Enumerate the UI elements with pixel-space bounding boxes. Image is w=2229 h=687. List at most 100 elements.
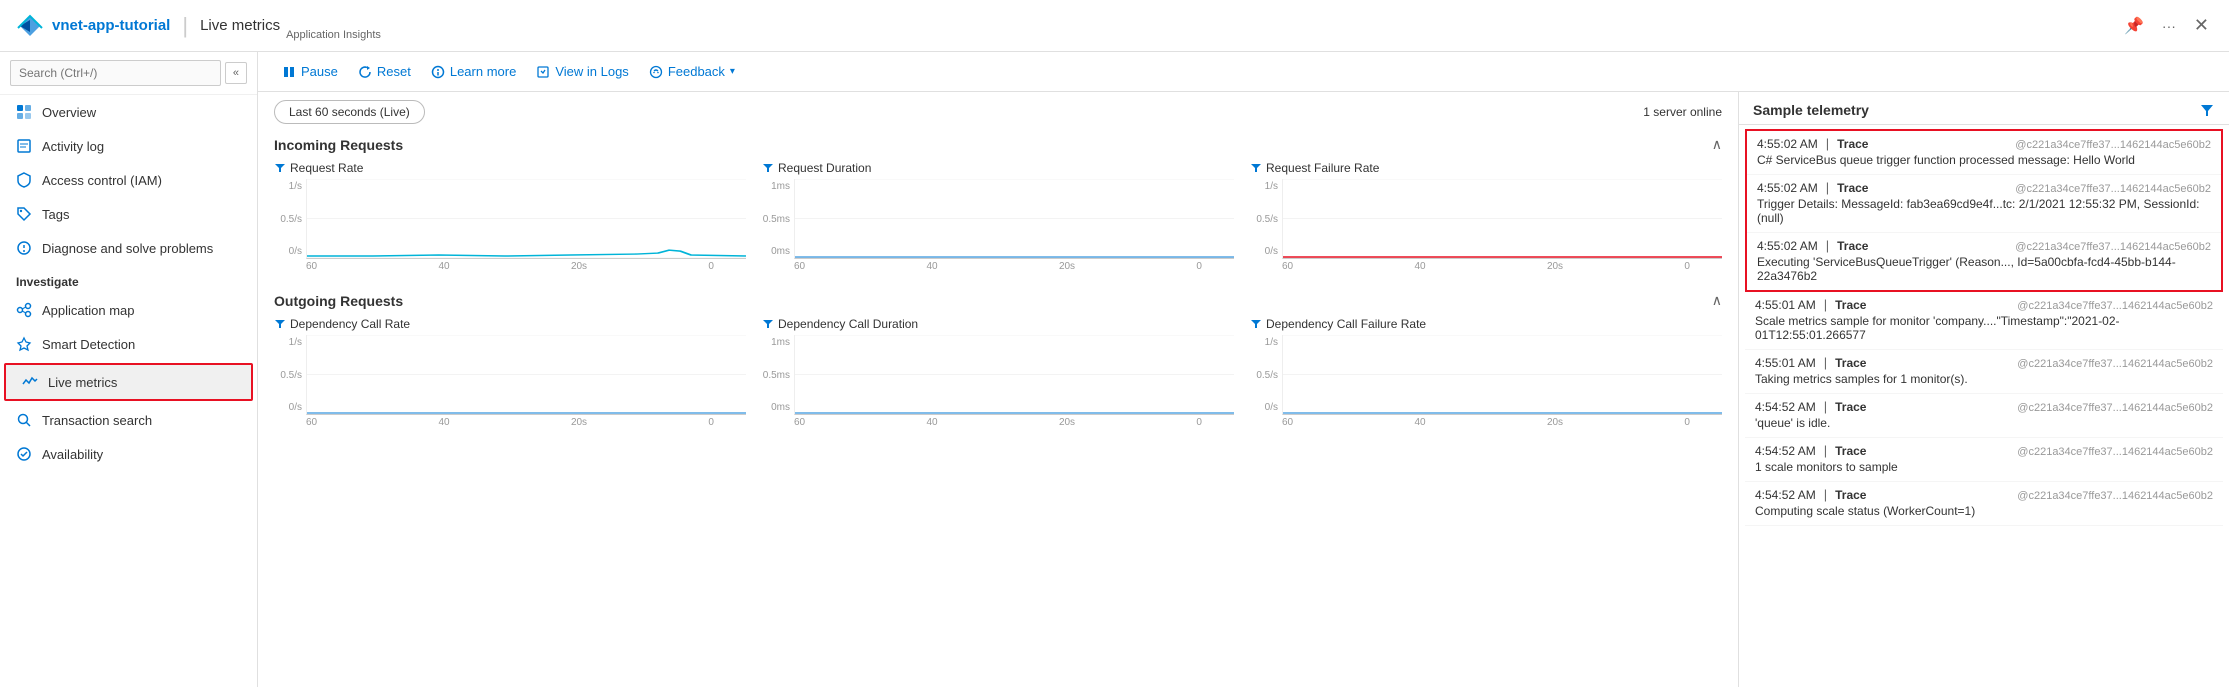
y-axis: 1ms 0.5ms 0ms [762, 179, 790, 259]
x-axis: 60 40 20s 0 [762, 259, 1234, 272]
x-axis: 60 40 20s 0 [274, 259, 746, 272]
chart-filter-icon[interactable] [762, 162, 774, 174]
sidebar-item-smart-detection[interactable]: Smart Detection [0, 327, 257, 361]
view-in-logs-button[interactable]: View in Logs [528, 60, 636, 83]
telemetry-type: Trace [1835, 400, 1866, 414]
y-axis: 1/s 0.5/s 0/s [274, 335, 302, 415]
telemetry-id: @c221a34ce7ffe37...1462144ac5e60b2 [2017, 358, 2213, 370]
outgoing-charts-grid: Dependency Call Rate 1/s 0.5/s 0/s [274, 317, 1722, 428]
y-axis: 1/s 0.5/s 0/s [1250, 335, 1278, 415]
y-axis: 1ms 0.5ms 0ms [762, 335, 790, 415]
incoming-requests-section: Incoming Requests ∧ Request Rate [258, 132, 1738, 280]
telemetry-row: 4:55:02 AM | Trace @c221a34ce7ffe37...14… [1757, 180, 2211, 195]
sidebar-item-overview[interactable]: Overview [0, 95, 257, 129]
telemetry-entry: 4:55:01 AM | Trace @c221a34ce7ffe37...14… [1745, 350, 2223, 394]
tag-icon [16, 206, 32, 222]
x-axis: 604020s0 [274, 415, 746, 428]
outgoing-requests-section: Outgoing Requests ∧ Dependency Call Rate [258, 280, 1738, 436]
chart-body: 1/s 0.5/s 0/s [1250, 335, 1722, 415]
learn-more-button[interactable]: Learn more [423, 60, 524, 83]
learn-more-label: Learn more [450, 64, 516, 79]
chart-filter-icon[interactable] [274, 318, 286, 330]
chart-area [306, 335, 746, 415]
chart-label-text: Request Duration [778, 161, 871, 175]
sidebar-search-row: « [0, 52, 257, 95]
chart-body: 1/s 0.5/s 0/s [1250, 179, 1722, 259]
chart-area [1282, 335, 1722, 415]
sidebar-search-input[interactable] [10, 60, 221, 86]
request-failure-chart: Request Failure Rate 1/s 0.5/s 0/s [1250, 161, 1722, 272]
sidebar-item-diagnose[interactable]: Diagnose and solve problems [0, 231, 257, 265]
telemetry-entry: 4:55:02 AM | Trace @c221a34ce7ffe37...14… [1747, 233, 2221, 290]
telemetry-time: 4:55:02 AM [1757, 239, 1818, 253]
toolbar: Pause Reset Learn more [258, 52, 2229, 92]
telemetry-message: 1 scale monitors to sample [1755, 458, 2213, 476]
availability-icon [16, 446, 32, 462]
telemetry-message: Computing scale status (WorkerCount=1) [1755, 502, 2213, 520]
right-panel: Pause Reset Learn more [258, 52, 2229, 687]
close-button[interactable]: ✕ [2190, 11, 2213, 40]
telemetry-separator: | [1824, 443, 1827, 458]
x-axis: 60 40 20s 0 [1250, 259, 1722, 272]
sidebar-item-application-map[interactable]: Application map [0, 293, 257, 327]
sidebar-item-label: Access control (IAM) [42, 173, 162, 188]
telemetry-type: Trace [1837, 181, 1868, 195]
telemetry-id: @c221a34ce7ffe37...1462144ac5e60b2 [2015, 183, 2211, 195]
chart-label-text: Dependency Call Duration [778, 317, 918, 331]
chart-area [306, 179, 746, 259]
diagnose-icon [16, 240, 32, 256]
telemetry-time: 4:55:02 AM [1757, 181, 1818, 195]
pin-button[interactable]: 📌 [2120, 12, 2148, 40]
metrics-panel: Last 60 seconds (Live) 1 server online I… [258, 92, 1739, 687]
chart-filter-icon[interactable] [762, 318, 774, 330]
dep-call-failure-chart: Dependency Call Failure Rate 1/s 0.5/s 0… [1250, 317, 1722, 428]
telemetry-type: Trace [1837, 137, 1868, 151]
x-axis: 604020s0 [762, 415, 1234, 428]
sidebar-item-tags[interactable]: Tags [0, 197, 257, 231]
telemetry-header: Sample telemetry [1739, 92, 2229, 125]
telemetry-separator: | [1824, 297, 1827, 312]
sidebar-item-label: Overview [42, 105, 96, 120]
outgoing-collapse-button[interactable]: ∧ [1712, 292, 1722, 309]
feedback-button[interactable]: Feedback ▾ [641, 60, 743, 83]
sidebar-item-live-metrics[interactable]: Live metrics [4, 363, 253, 401]
time-badge[interactable]: Last 60 seconds (Live) [274, 100, 425, 124]
sidebar-item-label: Live metrics [48, 375, 117, 390]
incoming-collapse-button[interactable]: ∧ [1712, 136, 1722, 153]
chart-label: Dependency Call Rate [274, 317, 746, 331]
chart-filter-icon[interactable] [1250, 318, 1262, 330]
telemetry-message: Scale metrics sample for monitor 'compan… [1755, 312, 2213, 344]
sidebar-item-label: Activity log [42, 139, 104, 154]
request-duration-chart: Request Duration 1ms 0.5ms 0ms [762, 161, 1234, 272]
telemetry-type: Trace [1837, 239, 1868, 253]
pause-label: Pause [301, 64, 338, 79]
chart-filter-icon[interactable] [274, 162, 286, 174]
more-options-button[interactable]: ··· [2158, 14, 2180, 38]
sidebar-item-access-control[interactable]: Access control (IAM) [0, 163, 257, 197]
header-right-actions: 📌 ··· ✕ [2120, 11, 2213, 40]
telemetry-entry: 4:54:52 AM | Trace @c221a34ce7ffe37...14… [1745, 394, 2223, 438]
transaction-search-icon [16, 412, 32, 428]
telemetry-message: 'queue' is idle. [1755, 414, 2213, 432]
chart-filter-icon[interactable] [1250, 162, 1262, 174]
chart-area [794, 179, 1234, 259]
learn-more-icon [431, 65, 445, 79]
sidebar-item-activity-log[interactable]: Activity log [0, 129, 257, 163]
telemetry-time: 4:55:01 AM [1755, 298, 1816, 312]
telemetry-separator: | [1824, 487, 1827, 502]
header-subtitle: Application Insights [286, 29, 381, 43]
request-rate-chart: Request Rate 1/s 0.5/s 0/s [274, 161, 746, 272]
reset-button[interactable]: Reset [350, 60, 419, 83]
telemetry-filter-icon[interactable] [2199, 102, 2215, 118]
activity-log-icon [16, 138, 32, 154]
telemetry-entry: 4:54:52 AM | Trace @c221a34ce7ffe37...14… [1745, 438, 2223, 482]
chart-label: Request Failure Rate [1250, 161, 1722, 175]
dep-call-rate-chart: Dependency Call Rate 1/s 0.5/s 0/s [274, 317, 746, 428]
telemetry-entry: 4:55:02 AM | Trace @c221a34ce7ffe37...14… [1747, 131, 2221, 175]
telemetry-row: 4:54:52 AM | Trace @c221a34ce7ffe37...14… [1755, 443, 2213, 458]
pause-button[interactable]: Pause [274, 60, 346, 83]
sidebar-item-transaction-search[interactable]: Transaction search [0, 403, 257, 437]
sidebar-item-availability[interactable]: Availability [0, 437, 257, 471]
telemetry-id: @c221a34ce7ffe37...1462144ac5e60b2 [2017, 300, 2213, 312]
sidebar-collapse-button[interactable]: « [225, 62, 247, 84]
